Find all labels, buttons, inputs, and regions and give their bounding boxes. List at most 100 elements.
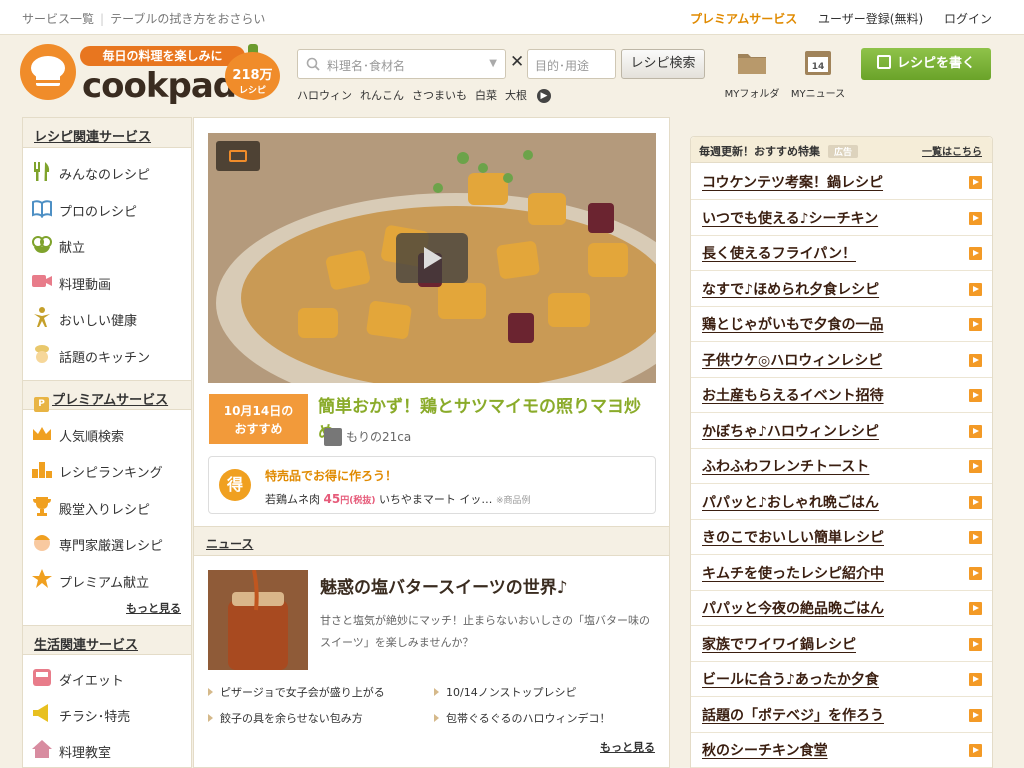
register-link[interactable]: ユーザー登録(無料) xyxy=(818,12,923,26)
arrow-right-icon[interactable] xyxy=(969,282,982,296)
my-folder-link[interactable]: MYフォルダ xyxy=(722,48,782,100)
news-thumbnail[interactable] xyxy=(208,570,308,670)
feature-item[interactable]: ビールに合う♪あったか夕食 xyxy=(691,661,992,697)
news-link[interactable]: 10/14ノンストップレシピ xyxy=(434,684,576,700)
news-title[interactable]: 魅惑の塩バタースイーツの世界♪ xyxy=(320,573,568,598)
my-news-link[interactable]: MYニュース xyxy=(788,48,848,100)
arrow-right-icon[interactable] xyxy=(969,247,982,260)
arrow-right-icon[interactable] xyxy=(969,460,982,473)
logo-tagline: 毎日の料理を楽しみに xyxy=(80,46,245,66)
feature-item[interactable]: お土産もらえるイベント招待 xyxy=(691,377,992,413)
arrow-right-icon[interactable] xyxy=(969,566,982,580)
sidebar-more-link[interactable]: もっと見る xyxy=(126,600,181,616)
keyword-link[interactable]: 白菜 xyxy=(475,89,497,102)
feature-item[interactable]: コウケンテツ考案！鍋レシピ xyxy=(691,164,992,200)
sidebar-item-label: プレミアム献立 xyxy=(59,576,150,591)
feature-item[interactable]: パパッと今夜の絶品晩ごはん xyxy=(691,590,992,626)
badge-date: 10月14日の xyxy=(223,404,294,418)
keyword-link[interactable]: ハロウィン xyxy=(297,89,352,102)
sidebar-section-recipe[interactable]: レシピ関連サービス xyxy=(23,118,191,148)
feature-item[interactable]: 話題の「ポテベジ」を作ろう xyxy=(691,697,992,733)
divider: | xyxy=(100,12,105,26)
my-news-label: MYニュース xyxy=(790,89,846,100)
feature-item[interactable]: パパッと♪おしゃれ晩ごはん xyxy=(691,484,992,520)
feature-item[interactable]: 長く使えるフライパン！ xyxy=(691,235,992,271)
arrow-right-icon[interactable] xyxy=(969,673,982,686)
feature-item[interactable]: なすで♪ほめられ夕食レシピ xyxy=(691,271,992,307)
feature-item-label: キムチを使ったレシピ紹介中 xyxy=(702,565,884,582)
arrow-right-icon[interactable] xyxy=(969,708,982,722)
keyword-link[interactable]: 大根 xyxy=(505,89,527,102)
keyword-link[interactable]: れんこん xyxy=(360,89,404,102)
book-icon xyxy=(32,200,52,218)
more-keywords-icon[interactable]: ▶ xyxy=(537,89,551,103)
news-link[interactable]: 包帯ぐるぐるのハロウィンデコ！ xyxy=(434,710,611,726)
arrow-right-icon[interactable] xyxy=(969,424,982,438)
arrow-right-icon[interactable] xyxy=(969,353,982,367)
topic-link[interactable]: テーブルの拭き方をおさらい xyxy=(110,12,265,26)
sidebar-section-life[interactable]: 生活関連サービス xyxy=(23,625,191,655)
arrow-right-icon[interactable] xyxy=(969,744,982,757)
dropdown-icon[interactable]: ▼ xyxy=(489,58,497,69)
arrow-right-icon[interactable] xyxy=(969,389,982,402)
feature-item-label: コウケンテツ考案！鍋レシピ xyxy=(702,175,884,191)
feature-item[interactable]: いつでも使える♪シーチキン xyxy=(691,200,992,236)
main-content: 10月14日の おすすめ 簡単おかず！鶏とサツマイモの照りマヨ炒め もりの21c… xyxy=(193,117,670,768)
news-header: ニュース xyxy=(194,526,669,556)
purpose-search-input[interactable]: 目的･用途 xyxy=(527,49,616,79)
feature-item-label: 家族でワイワイ鍋レシピ xyxy=(702,636,856,653)
discount-icon: 得 xyxy=(219,469,251,501)
sidebar-item-label: 料理教室 xyxy=(59,746,112,761)
recipe-author[interactable]: もりの21ca xyxy=(324,428,411,446)
write-recipe-button[interactable]: レシピを書く xyxy=(861,48,991,80)
avatar xyxy=(324,428,342,446)
recipe-search-button[interactable]: レシピ検索 xyxy=(621,49,705,79)
arrow-right-icon[interactable] xyxy=(969,495,982,509)
sidebar-section-premium[interactable]: P プレミアムサービス xyxy=(23,380,191,412)
logo[interactable]: 毎日の料理を楽しみに cookpad 218万 レシピ xyxy=(20,44,290,106)
play-button[interactable] xyxy=(396,233,468,283)
service-list-link[interactable]: サービス一覧 xyxy=(22,12,94,26)
feature-item-label: パパッと今夜の絶品晩ごはん xyxy=(702,601,884,617)
arrow-right-icon[interactable] xyxy=(969,176,982,189)
login-link[interactable]: ログイン xyxy=(944,12,992,26)
featured-recipe-image[interactable] xyxy=(208,133,656,383)
promo-detail: 若鶏ムネ肉 45円(税抜) いちやまマート イッ… ※商品例 xyxy=(265,491,530,507)
news-more-link[interactable]: もっと見る xyxy=(600,739,655,755)
premium-link[interactable]: プレミアムサービス xyxy=(690,12,797,26)
video-camera-icon xyxy=(229,150,247,162)
news-section-title[interactable]: ニュース xyxy=(206,535,253,552)
arrow-right-icon[interactable] xyxy=(969,211,982,225)
promo-store: いちやまマート イッ… xyxy=(378,493,493,506)
arrow-right-icon[interactable] xyxy=(969,318,982,331)
feature-item-label: お土産もらえるイベント招待 xyxy=(702,388,884,404)
promo-note: ※商品例 xyxy=(495,496,531,506)
arrow-right-icon[interactable] xyxy=(969,531,982,544)
house-icon xyxy=(32,740,52,758)
news-link[interactable]: 餃子の具を余らせない包み方 xyxy=(208,710,363,726)
view-all-link[interactable]: 一覧はこちら xyxy=(922,143,982,158)
arrow-right-icon[interactable] xyxy=(969,602,982,615)
sidebar-item-label: 話題のキッチン xyxy=(59,351,151,366)
feature-item[interactable]: 子供ウケ◎ハロウィンレシピ xyxy=(691,342,992,378)
feature-item[interactable]: かぼちゃ♪ハロウィンレシピ xyxy=(691,413,992,449)
sale-promo-box[interactable]: 得 特売品でお得に作ろう！ 若鶏ムネ肉 45円(税抜) いちやまマート イッ… … xyxy=(208,456,656,514)
feature-item[interactable]: 秋のシーチキン食堂 xyxy=(691,732,992,768)
feature-item[interactable]: きのこでおいしい簡単レシピ xyxy=(691,519,992,555)
ranking-icon xyxy=(32,462,52,478)
keyword-link[interactable]: さつまいも xyxy=(412,89,467,102)
feature-item[interactable]: 家族でワイワイ鍋レシピ xyxy=(691,626,992,662)
sidebar-item-label: 専門家厳選レシピ xyxy=(59,539,164,554)
promo-headline: 特売品でお得に作ろう！ xyxy=(265,469,398,483)
feature-item[interactable]: 鶏とじゃがいもで夕食の一品 xyxy=(691,306,992,342)
write-recipe-label: レシピを書く xyxy=(896,56,975,71)
arrow-right-icon[interactable] xyxy=(969,637,982,651)
sidebar-section-label: プレミアムサービス xyxy=(52,393,169,408)
premium-p-icon: P xyxy=(34,397,49,412)
feature-item[interactable]: ふわふわフレンチトースト xyxy=(691,448,992,484)
promo-item: 若鶏ムネ肉 xyxy=(265,493,320,506)
keyword-search-input[interactable]: 料理名･食材名 ▼ xyxy=(297,49,506,79)
feature-item-label: 長く使えるフライパン！ xyxy=(702,246,856,262)
feature-item[interactable]: キムチを使ったレシピ紹介中 xyxy=(691,555,992,591)
news-link[interactable]: ピザージョで女子会が盛り上がる xyxy=(208,684,385,700)
